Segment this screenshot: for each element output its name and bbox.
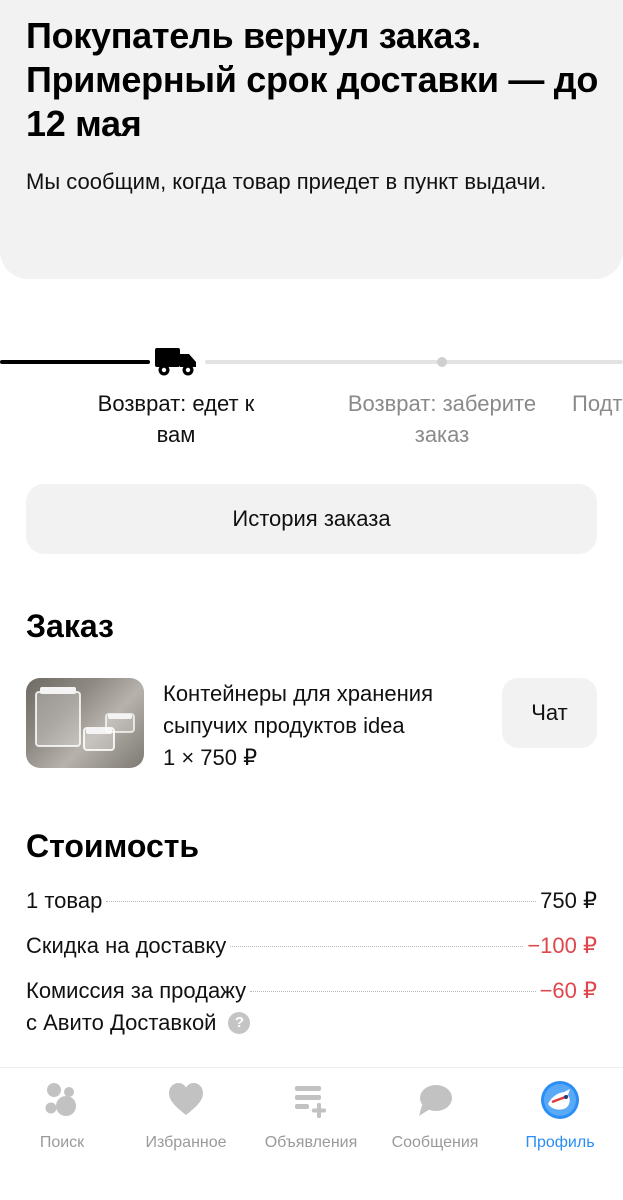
bottom-tab-bar: Поиск Избранное Объявления Сообщения Про… [0, 1067, 623, 1200]
tab-ads[interactable]: Объявления [249, 1078, 373, 1158]
step-label-return-in-transit: Возврат: едет к вам [97, 391, 255, 447]
question-help-icon[interactable]: ? [228, 1012, 251, 1034]
progress-line-todo [205, 360, 623, 364]
avatar-icon [541, 1081, 579, 1119]
cost-label-continuation: с Авито Доставкой [26, 1010, 217, 1035]
product-info[interactable]: Контейнеры для хранения сыпучих продукто… [163, 678, 493, 774]
step-dot [437, 357, 447, 367]
cost-label: Комиссия за продажу [26, 978, 247, 1003]
chat-bubble-icon [419, 1085, 452, 1116]
page-subtitle: Мы сообщим, когда товар приедет в пункт … [26, 169, 547, 194]
ads-list-icon [295, 1086, 326, 1118]
tab-label: Сообщения [391, 1134, 479, 1151]
tab-messages[interactable]: Сообщения [373, 1078, 497, 1158]
product-name: Контейнеры для хранения сыпучих продукто… [163, 681, 434, 738]
cost-row-item-count: 1 товар 750 ₽ [26, 885, 597, 917]
tab-label: Избранное [145, 1134, 227, 1151]
search-bubbles-icon [45, 1083, 76, 1116]
header-card: Покупатель вернул заказ. Примерный срок … [0, 0, 623, 279]
tab-search[interactable]: Поиск [0, 1078, 124, 1158]
cost-value: 750 ₽ [540, 888, 597, 913]
tab-label: Поиск [39, 1134, 85, 1151]
step-label-next: Подт [572, 391, 623, 416]
tab-profile[interactable]: Профиль [498, 1078, 622, 1158]
product-image[interactable] [26, 678, 144, 768]
product-price: 1 × 750 ₽ [163, 745, 258, 770]
cost-label: 1 товар [26, 888, 103, 913]
product-photo [35, 687, 135, 751]
dotted-leader [106, 901, 537, 902]
cost-row-commission: Комиссия за продажу −60 ₽ [26, 975, 597, 1007]
cost-label-line2: с Авито Доставкой ? [26, 1007, 251, 1039]
tab-favorites[interactable]: Избранное [124, 1078, 248, 1158]
cost-value: −60 ₽ [539, 978, 597, 1003]
order-history-button[interactable]: История заказа [26, 484, 597, 554]
dotted-leader [230, 946, 524, 947]
tab-label: Объявления [264, 1134, 358, 1151]
order-progress: Возврат: едет к вам Возврат: заберите за… [0, 330, 623, 470]
tab-label: Профиль [525, 1134, 595, 1151]
progress-line-done [0, 360, 150, 364]
dotted-leader [250, 991, 536, 992]
step-label-pick-up-order: Возврат: заберите заказ [347, 391, 537, 447]
cost-label: Скидка на доставку [26, 933, 227, 958]
cost-section-title: Стоимость [26, 828, 200, 864]
page-title: Покупатель вернул заказ. Примерный срок … [26, 15, 599, 144]
chat-button[interactable]: Чат [502, 678, 597, 748]
truck-icon [155, 348, 196, 376]
heart-icon [169, 1083, 203, 1115]
cost-value: −100 ₽ [527, 933, 597, 958]
order-section-title: Заказ [26, 608, 114, 644]
cost-row-delivery-discount: Скидка на доставку −100 ₽ [26, 930, 597, 962]
